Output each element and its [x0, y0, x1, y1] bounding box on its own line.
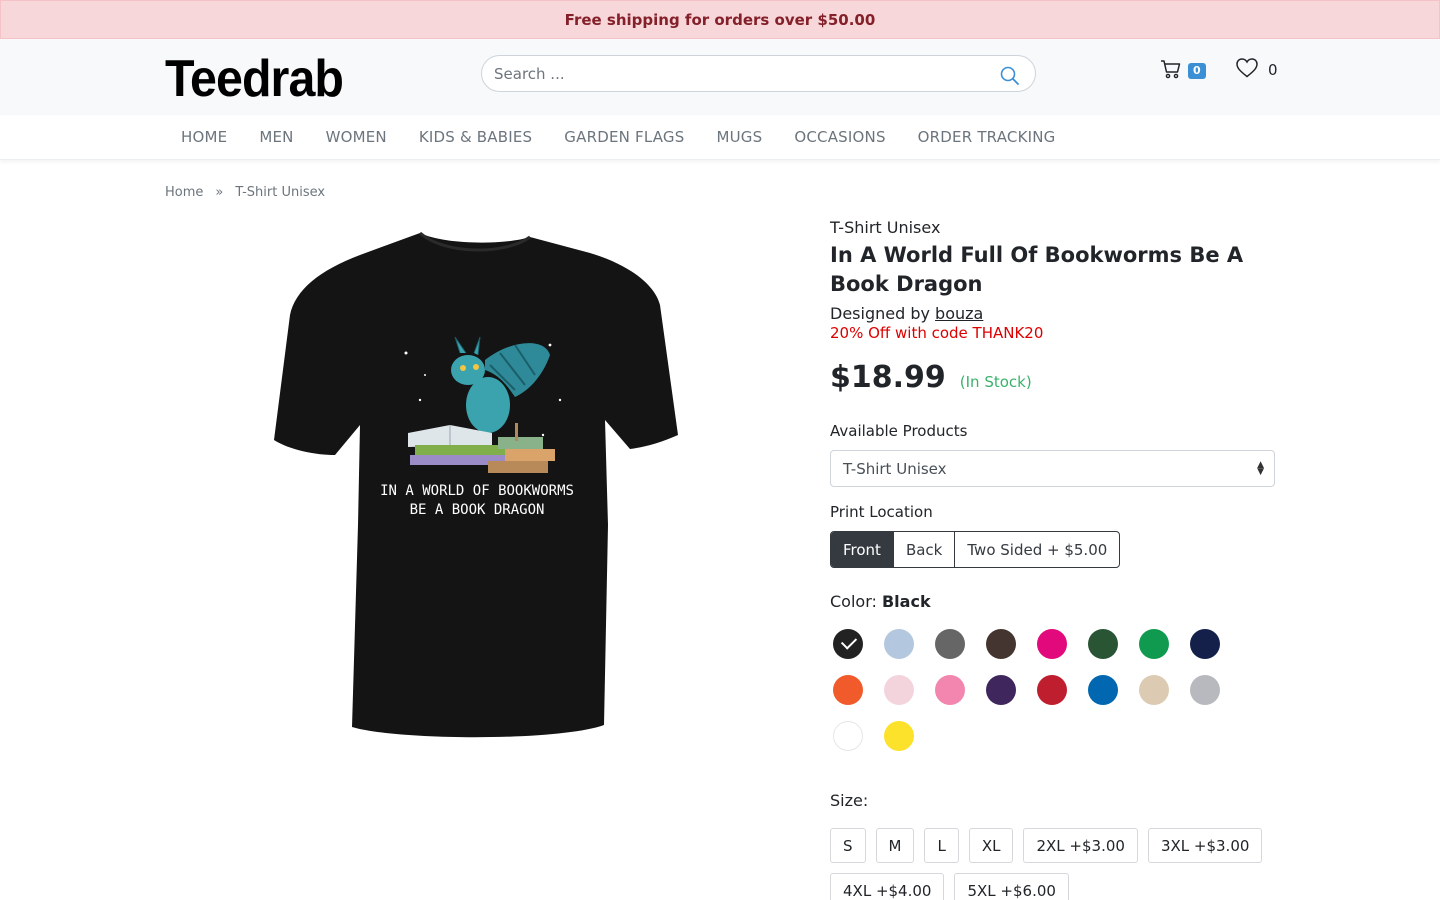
color-swatch-white[interactable] [830, 718, 866, 754]
color-swatch-dot [935, 629, 965, 659]
color-label-row: Color: Black [830, 592, 1275, 611]
product-type: T-Shirt Unisex [830, 218, 941, 237]
cart-count-badge: 0 [1188, 63, 1206, 79]
color-swatch-dot [986, 675, 1016, 705]
coupon-text: 20% Off with code THANK20 [830, 324, 1044, 342]
color-swatch-red[interactable] [1034, 672, 1070, 708]
product-image[interactable]: IN A WORLD OF BOOKWORMS BE A BOOK DRAGON [260, 225, 690, 750]
heart-icon [1236, 58, 1258, 82]
color-swatch-dot [1190, 629, 1220, 659]
promo-text: Free shipping for orders over $50.00 [564, 10, 876, 29]
color-swatch-dot [935, 675, 965, 705]
color-swatch-dot [833, 629, 863, 659]
site-header: Teedrab 0 0 [0, 39, 1440, 115]
available-products-label: Available Products [830, 422, 968, 440]
price-row: $18.99 (In Stock) [830, 360, 1275, 395]
size-option[interactable]: L [924, 828, 959, 863]
color-label: Color: [830, 592, 877, 611]
designer-link[interactable]: bouza [935, 304, 983, 323]
color-swatch-dot [833, 675, 863, 705]
nav-item-men[interactable]: MEN [243, 128, 309, 146]
color-swatch-dot [986, 629, 1016, 659]
designer-line: Designed by bouza [830, 304, 1275, 323]
search-bar [481, 55, 1036, 92]
print-location-front[interactable]: Front [831, 532, 893, 567]
color-swatches [830, 626, 1275, 754]
size-option[interactable]: M [875, 828, 915, 863]
cart-icon [1160, 58, 1182, 84]
color-swatch-dot [1139, 629, 1169, 659]
wishlist-button[interactable]: 0 [1236, 58, 1278, 82]
promo-banner: Free shipping for orders over $50.00 [0, 0, 1440, 39]
shirt-print-line-1: IN A WORLD OF BOOKWORMS [380, 483, 574, 499]
color-swatch-purple[interactable] [983, 672, 1019, 708]
nav-item-order-tracking[interactable]: ORDER TRACKING [902, 128, 1072, 146]
product-price: $18.99 [830, 360, 946, 395]
color-swatch-orange[interactable] [830, 672, 866, 708]
color-swatch-daisy[interactable] [881, 718, 917, 754]
breadcrumb-separator: » [215, 185, 224, 200]
color-swatch-sport-grey[interactable] [1187, 672, 1223, 708]
color-swatch-charcoal[interactable] [932, 626, 968, 662]
color-swatch-dot [833, 721, 863, 751]
size-options: S M L XL 2XL +$3.00 3XL +$3.00 4XL +$4.00 5XL +… [830, 828, 1275, 900]
breadcrumb-current[interactable]: T-Shirt Unisex [235, 185, 325, 200]
color-selected-name: Black [881, 592, 931, 611]
color-swatch-dot [1190, 675, 1220, 705]
product-info: T-Shirt Unisex In A World Full Of Bookwo… [830, 218, 1275, 900]
nav-item-women[interactable]: WOMEN [310, 128, 403, 146]
nav-item-garden-flags[interactable]: GARDEN FLAGS [548, 128, 700, 146]
search-input[interactable] [494, 56, 984, 91]
color-swatch-dot [884, 721, 914, 751]
color-swatch-light-blue[interactable] [881, 626, 917, 662]
size-option[interactable]: 2XL +$3.00 [1023, 828, 1138, 863]
search-icon[interactable] [999, 65, 1021, 87]
site-logo[interactable]: Teedrab [165, 53, 344, 105]
size-option[interactable]: XL [968, 828, 1014, 863]
designed-by-label: Designed by [830, 304, 930, 323]
color-swatch-dot [884, 629, 914, 659]
color-swatch-heliconia[interactable] [1034, 626, 1070, 662]
breadcrumb: Home » T-Shirt Unisex [165, 185, 325, 200]
nav-item-occasions[interactable]: OCCASIONS [778, 128, 901, 146]
color-swatch-kelly-green[interactable] [1136, 626, 1172, 662]
color-swatch-dark-chocolate[interactable] [983, 626, 1019, 662]
available-products-value: T-Shirt Unisex [843, 459, 947, 478]
nav-item-kids-babies[interactable]: KIDS & BABIES [403, 128, 548, 146]
product-title: In A World Full Of Bookworms Be A Book D… [830, 243, 1244, 296]
size-option[interactable]: S [830, 828, 866, 863]
print-location-two-sided[interactable]: Two Sided + $5.00 [954, 532, 1119, 567]
size-label: Size: [830, 791, 869, 810]
print-location-group: Front Back Two Sided + $5.00 [830, 531, 1121, 568]
cart-button[interactable]: 0 [1160, 59, 1212, 83]
nav-item-home[interactable]: HOME [165, 128, 243, 146]
color-swatch-dot [884, 675, 914, 705]
nav-item-mugs[interactable]: MUGS [700, 128, 778, 146]
size-option[interactable]: 4XL +$4.00 [830, 873, 945, 900]
color-swatch-royal[interactable] [1085, 672, 1121, 708]
color-swatch-dot [1037, 675, 1067, 705]
color-swatch-dot [1088, 675, 1118, 705]
main-nav: HOME MEN WOMEN KIDS & BABIES GARDEN FLAG… [0, 115, 1440, 160]
color-swatch-light-pink[interactable] [881, 672, 917, 708]
color-swatch-sand[interactable] [1136, 672, 1172, 708]
color-swatch-dot [1139, 675, 1169, 705]
color-swatch-azalea[interactable] [932, 672, 968, 708]
available-products-select[interactable]: T-Shirt Unisex ▲ ▼ [830, 450, 1275, 487]
print-location-label: Print Location [830, 503, 933, 521]
color-swatch-navy[interactable] [1187, 626, 1223, 662]
breadcrumb-home[interactable]: Home [165, 185, 203, 200]
color-swatch-black[interactable] [830, 626, 866, 662]
wishlist-count: 0 [1268, 61, 1278, 79]
select-arrows-icon: ▲ ▼ [1257, 460, 1264, 477]
print-location-back[interactable]: Back [892, 532, 954, 567]
stock-status: (In Stock) [959, 373, 1032, 391]
shirt-print-line-2: BE A BOOK DRAGON [410, 502, 545, 518]
size-option[interactable]: 3XL +$3.00 [1147, 828, 1263, 863]
size-option[interactable]: 5XL +$6.00 [954, 873, 1069, 900]
color-swatch-dot [1037, 629, 1067, 659]
color-swatch-forest-green[interactable] [1085, 626, 1121, 662]
color-swatch-dot [1088, 629, 1118, 659]
